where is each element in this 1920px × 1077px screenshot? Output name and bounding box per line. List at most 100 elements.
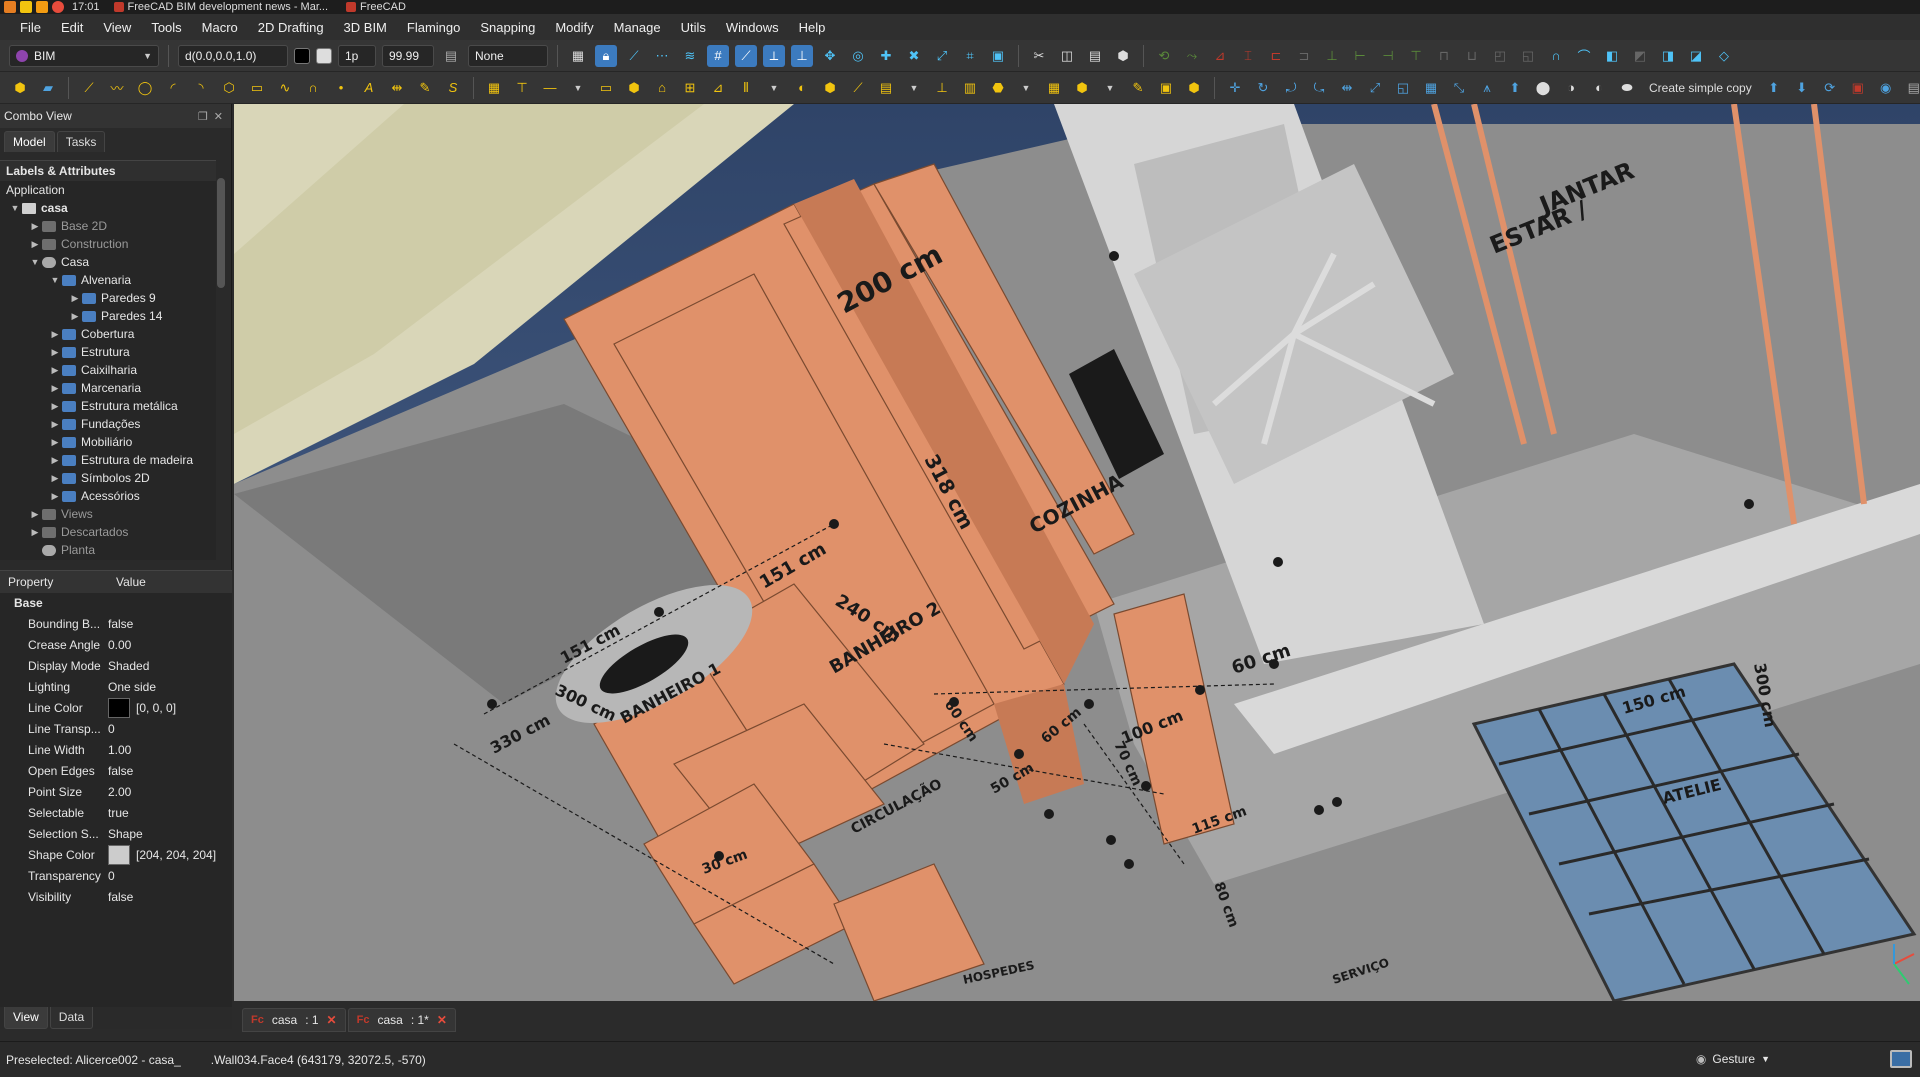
collapsed-arrow-icon[interactable]: ▶ (28, 527, 42, 538)
sketch-tool-icon[interactable]: ◇ (1713, 45, 1735, 67)
sketch-tool-icon[interactable]: ⊿ (1209, 45, 1231, 67)
menu-snapping[interactable]: Snapping (470, 20, 545, 35)
schedule-icon[interactable]: ▥ (959, 77, 981, 99)
sketch-tool-icon[interactable]: ⤳ (1181, 45, 1203, 67)
arc-icon[interactable]: ◜ (162, 77, 184, 99)
sketch-tool-icon[interactable]: ⊏ (1265, 45, 1287, 67)
zoom-spinner[interactable]: 99.99 (382, 44, 434, 67)
shape-string-icon[interactable]: S (442, 77, 464, 99)
collapsed-arrow-icon[interactable]: ▶ (28, 509, 42, 520)
menu-windows[interactable]: Windows (716, 20, 789, 35)
clipping-icon[interactable]: ▣ (1847, 77, 1869, 99)
arrow-up-icon[interactable]: ⬆ (1763, 77, 1785, 99)
tree-item[interactable]: ▶ Base 2D (0, 217, 216, 235)
text-icon[interactable]: A (358, 77, 380, 99)
line-color-swatch[interactable] (294, 47, 310, 64)
property-value-cell[interactable]: 0 (108, 869, 115, 883)
snap-mode-selector[interactable]: None (468, 44, 548, 67)
box-view-icon[interactable]: ◫ (1056, 45, 1078, 67)
rotate-icon[interactable]: ↻ (1252, 77, 1274, 99)
tree-item[interactable]: ▶ Marcenaria (0, 379, 216, 397)
collapsed-arrow-icon[interactable]: ▶ (48, 437, 62, 448)
tree-item[interactable]: ▶ Descartados (0, 523, 216, 541)
sketch-tool-icon[interactable]: ⊐ (1293, 45, 1315, 67)
property-row[interactable]: Bounding B... false (0, 613, 232, 634)
arc-3points-icon[interactable]: ◝ (190, 77, 212, 99)
property-row[interactable]: Visibility false (0, 886, 232, 907)
tree-item[interactable]: ▶ Paredes 14 (0, 307, 216, 325)
render-icon[interactable]: ◉ (1875, 77, 1897, 99)
menu-tools[interactable]: Tools (141, 20, 191, 35)
collapsed-arrow-icon[interactable]: ▶ (48, 473, 62, 484)
sketch-tool-icon[interactable]: ◩ (1629, 45, 1651, 67)
frame-icon[interactable]: ⟋ (847, 77, 869, 99)
layer-icon[interactable]: ⬢ (1071, 77, 1093, 99)
dropdown-icon[interactable]: ▼ (763, 77, 785, 99)
circle-icon[interactable]: ◯ (134, 77, 156, 99)
3d-viewport[interactable]: 200 cm 318 cm 151 cm 240 cm 151 cm 300 c… (234, 104, 1920, 1001)
property-row[interactable]: Point Size 2.00 (0, 781, 232, 802)
property-value-cell[interactable]: [204, 204, 204] (108, 844, 216, 865)
snap-special-icon[interactable]: ⌗ (959, 45, 981, 67)
tree-item[interactable]: Planta (0, 541, 216, 559)
taskbar-item-freecad[interactable]: FreeCAD (346, 1, 406, 13)
property-value-cell[interactable]: [0, 0, 0] (108, 697, 176, 718)
rectangle-icon[interactable]: ▭ (246, 77, 268, 99)
fence-icon[interactable]: ▤ (875, 77, 897, 99)
collapsed-arrow-icon[interactable]: ▶ (28, 239, 42, 250)
array-icon[interactable]: ▦ (1420, 77, 1442, 99)
collapsed-arrow-icon[interactable]: ▶ (48, 383, 62, 394)
snap-center-icon[interactable]: ✥ (819, 45, 841, 67)
group-icon[interactable]: ⬢ (1183, 77, 1205, 99)
property-row[interactable]: Line Transp... 0 (0, 718, 232, 739)
tab-view[interactable]: View (4, 1007, 48, 1029)
tree-item[interactable]: ▶ Acessórios (0, 487, 216, 505)
3d-scene[interactable]: 200 cm 318 cm 151 cm 240 cm 151 cm 300 c… (234, 104, 1920, 1001)
sketch-tool-icon[interactable]: ⊣ (1377, 45, 1399, 67)
tab-model[interactable]: Model (4, 131, 55, 152)
material-icon[interactable]: ⬣ (987, 77, 1009, 99)
tree-item[interactable]: ▶ Cobertura (0, 325, 216, 343)
property-value-cell[interactable]: false (108, 890, 133, 904)
property-value-cell[interactable]: true (108, 806, 129, 820)
sketch-tool-icon[interactable]: ◱ (1517, 45, 1539, 67)
tree-item[interactable]: ▶ Mobiliário (0, 433, 216, 451)
sketch-tool-icon[interactable]: ⊤ (1405, 45, 1427, 67)
collapsed-arrow-icon[interactable]: ▶ (48, 347, 62, 358)
workbench-selector[interactable]: BIM ▼ (9, 44, 159, 67)
move-icon[interactable]: ✛ (1224, 77, 1246, 99)
window-icon[interactable]: ⊞ (679, 77, 701, 99)
face-color-swatch[interactable] (316, 47, 332, 64)
property-row[interactable]: Transparency 0 (0, 865, 232, 886)
snap-working-plane-icon[interactable]: ▣ (987, 45, 1009, 67)
label-icon[interactable]: ✎ (414, 77, 436, 99)
open-folder-icon[interactable]: ▰ (37, 77, 59, 99)
tree-scrollbar[interactable] (217, 178, 225, 288)
close-icon[interactable]: ✕ (437, 1013, 447, 1027)
sketch-tool-icon[interactable]: ⊥ (1321, 45, 1343, 67)
roof-icon[interactable]: ⌂ (651, 77, 673, 99)
union-icon[interactable]: ⬤ (1532, 77, 1554, 99)
property-row[interactable]: Open Edges false (0, 760, 232, 781)
intersect-icon[interactable]: ◐ (1588, 77, 1610, 99)
property-value-cell[interactable]: 0 (108, 722, 115, 736)
slab-icon[interactable]: ⬢ (623, 77, 645, 99)
app-launcher-icon[interactable] (20, 1, 32, 13)
tab-data[interactable]: Data (49, 1007, 94, 1029)
collapsed-arrow-icon[interactable]: ▶ (48, 419, 62, 430)
collapsed-arrow-icon[interactable]: ▶ (48, 455, 62, 466)
expanded-arrow-icon[interactable]: ▼ (8, 203, 22, 213)
expanded-arrow-icon[interactable]: ▼ (28, 257, 42, 267)
menu-modify[interactable]: Modify (545, 20, 603, 35)
trim-icon[interactable]: ⤿ (1308, 77, 1330, 99)
simple-copy-icon[interactable]: ⬬ (1616, 77, 1638, 99)
property-value-cell[interactable]: false (108, 764, 133, 778)
browser-icon[interactable] (52, 1, 64, 13)
tree-item[interactable]: ▶ Construction (0, 235, 216, 253)
property-row[interactable]: Line Color [0, 0, 0] (0, 697, 232, 718)
stretch-icon[interactable]: ◱ (1392, 77, 1414, 99)
snap-perpendicular-icon[interactable]: ⊥ (791, 44, 813, 67)
tree-item[interactable]: ▶ Símbolos 2D (0, 469, 216, 487)
dimension-icon[interactable]: ⇹ (386, 77, 408, 99)
snap-plus-icon[interactable]: ✚ (875, 45, 897, 67)
